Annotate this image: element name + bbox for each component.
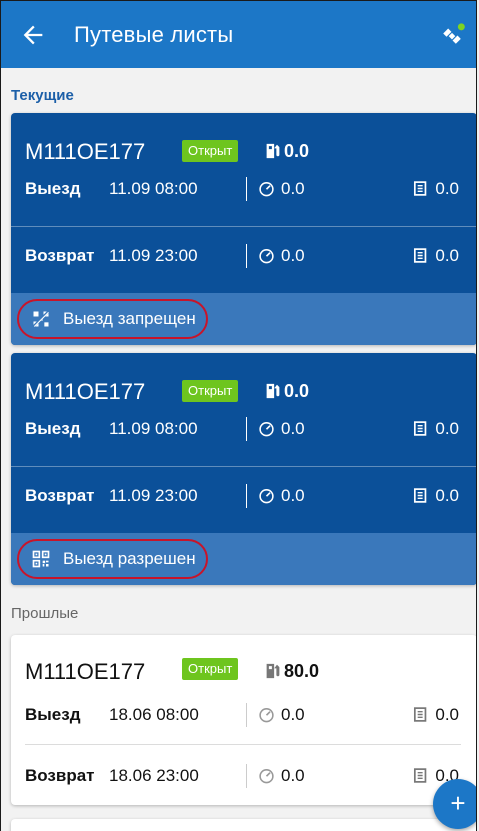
divider <box>11 466 476 467</box>
app-screen: Путевые листы Текущие М111ОЕ177 Открыт 0… <box>0 0 477 831</box>
exit-odometer: 0.0 <box>258 179 305 199</box>
divider <box>25 744 461 745</box>
return-odometer: 0.0 <box>258 246 305 266</box>
departure-status-bar[interactable]: Выезд разрешен <box>11 533 476 585</box>
departure-status[interactable]: Выезд разрешен <box>17 539 208 579</box>
waybill-card[interactable] <box>11 819 476 831</box>
exit-label: Выезд <box>25 705 81 724</box>
return-datetime: 18.06 23:00 <box>109 766 199 785</box>
departure-status[interactable]: Выезд запрещен <box>17 299 208 339</box>
page-title: Путевые листы <box>74 22 234 47</box>
fuel-pump-icon <box>266 383 280 399</box>
fuel-gauge-icon <box>414 768 427 783</box>
speedometer-icon <box>259 708 274 723</box>
speedometer-icon <box>259 769 274 784</box>
speedometer-icon <box>259 422 274 437</box>
fuel-gauge-icon <box>414 707 427 722</box>
divider <box>246 244 247 268</box>
vehicle-plate: М111ОЕ177 <box>25 379 146 404</box>
return-fuel: 0.0 <box>412 246 459 266</box>
add-waybill-button[interactable]: + <box>433 779 476 829</box>
fuel-gauge-icon <box>414 421 427 436</box>
vehicle-plate: М111ОЕ177 <box>25 139 146 164</box>
fuel-gauge-icon <box>414 488 427 503</box>
fuel-total: 80.0 <box>264 661 319 682</box>
status-badge: Открыт <box>182 140 239 162</box>
return-datetime: 11.09 23:00 <box>109 246 198 265</box>
fuel-total: 0.0 <box>264 381 309 402</box>
qr-code-blocked-icon <box>32 310 50 328</box>
divider <box>246 703 247 727</box>
fuel-pump-icon <box>266 663 280 679</box>
app-bar: Путевые листы <box>1 1 476 68</box>
fuel-pump-icon <box>266 143 280 159</box>
return-fuel: 0.0 <box>412 486 459 506</box>
exit-datetime: 11.09 08:00 <box>109 419 198 438</box>
exit-fuel: 0.0 <box>412 419 459 439</box>
return-label: Возврат <box>25 766 95 785</box>
divider <box>246 417 247 441</box>
exit-fuel: 0.0 <box>412 705 459 725</box>
exit-label: Выезд <box>25 179 81 198</box>
section-current-heading: Текущие <box>11 87 74 104</box>
waybill-card[interactable]: М111ОЕ177 Открыт 0.0 Выезд 11.09 08:00 0… <box>11 353 476 585</box>
fuel-gauge-icon <box>414 248 427 263</box>
section-past-heading: Прошлые <box>11 605 79 622</box>
exit-fuel: 0.0 <box>412 179 459 199</box>
return-datetime: 11.09 23:00 <box>109 486 198 505</box>
gps-satellite-icon[interactable] <box>438 21 466 49</box>
exit-datetime: 18.06 08:00 <box>109 705 199 724</box>
return-odometer: 0.0 <box>258 486 305 506</box>
departure-status-bar[interactable]: Выезд запрещен <box>11 293 476 345</box>
fuel-gauge-icon <box>414 181 427 196</box>
exit-label: Выезд <box>25 419 81 438</box>
divider <box>246 177 247 201</box>
waybill-card[interactable]: М111ОЕ177 Открыт 80.0 Выезд 18.06 08:00 … <box>11 635 476 805</box>
back-arrow-icon[interactable] <box>19 21 47 49</box>
divider <box>11 226 476 227</box>
waybill-card[interactable]: М111ОЕ177 Открыт 0.0 Выезд 11.09 08:00 0… <box>11 113 476 345</box>
status-badge: Открыт <box>182 658 239 680</box>
speedometer-icon <box>259 182 274 197</box>
exit-datetime: 11.09 08:00 <box>109 179 198 198</box>
divider <box>246 764 247 788</box>
return-label: Возврат <box>25 486 95 505</box>
exit-odometer: 0.0 <box>258 705 305 725</box>
speedometer-icon <box>259 249 274 264</box>
divider <box>246 484 247 508</box>
qr-code-icon <box>32 550 50 568</box>
fuel-total: 0.0 <box>264 141 309 162</box>
status-badge: Открыт <box>182 380 239 402</box>
vehicle-plate: М111ОЕ177 <box>25 659 146 684</box>
speedometer-icon <box>259 489 274 504</box>
return-odometer: 0.0 <box>258 766 305 786</box>
return-label: Возврат <box>25 246 95 265</box>
exit-odometer: 0.0 <box>258 419 305 439</box>
